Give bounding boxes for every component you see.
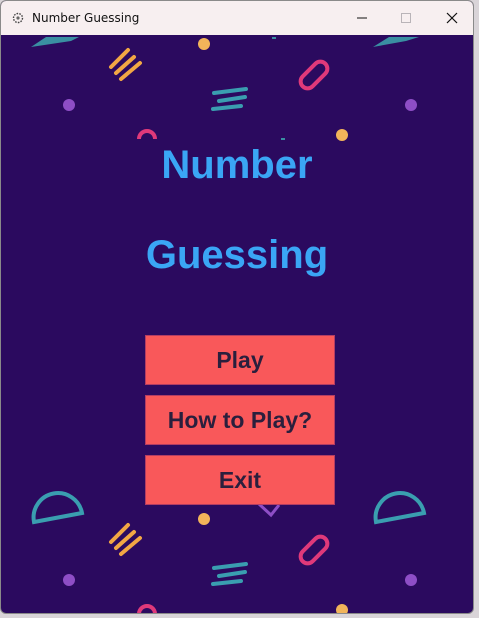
play-button[interactable]: Play	[145, 335, 335, 385]
title-line-2: Guessing	[145, 233, 329, 277]
how-to-play-button[interactable]: How to Play?	[145, 395, 335, 445]
game-window: Number Guessing Number Guessing Play How…	[0, 0, 474, 614]
window-title: Number Guessing	[32, 11, 140, 25]
close-button[interactable]	[429, 1, 473, 35]
game-canvas: Number Guessing Play How to Play? Exit	[1, 35, 473, 613]
maximize-icon	[401, 13, 411, 23]
minimize-icon	[357, 17, 367, 19]
background-pattern	[31, 37, 427, 613]
close-icon	[446, 12, 458, 24]
title-line-1: Number	[161, 143, 313, 187]
gear-icon	[10, 10, 26, 26]
exit-button[interactable]: Exit	[145, 455, 335, 505]
maximize-button[interactable]	[383, 1, 429, 35]
title-bar[interactable]: Number Guessing	[1, 1, 473, 35]
minimize-button[interactable]	[339, 1, 385, 35]
